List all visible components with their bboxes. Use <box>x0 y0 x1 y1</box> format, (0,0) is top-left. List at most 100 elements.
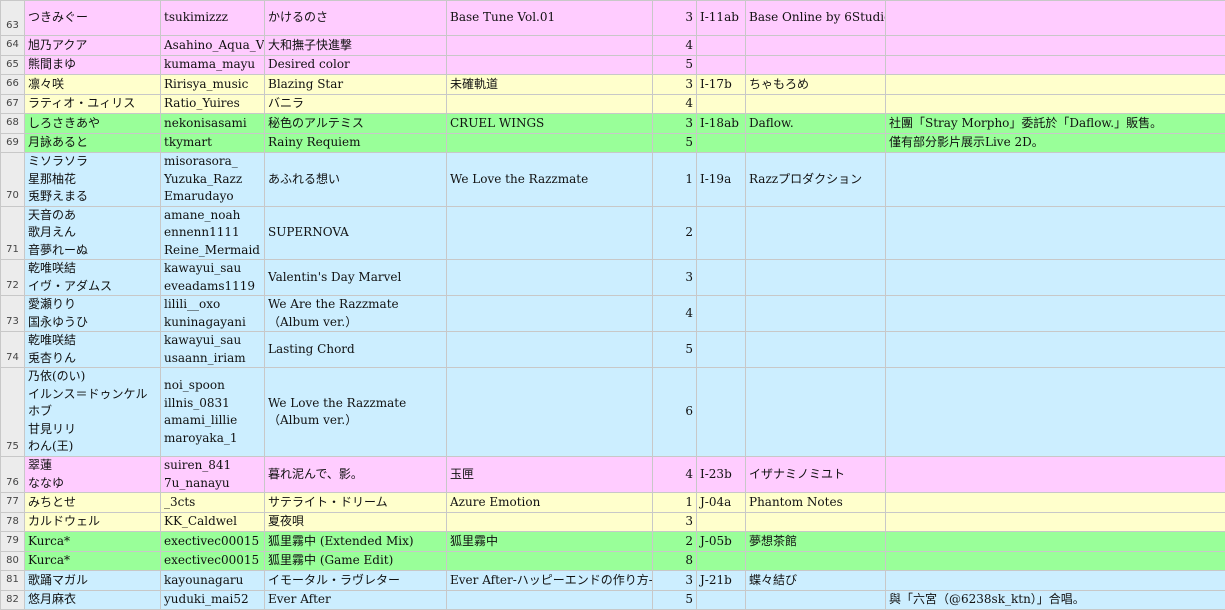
cell-note[interactable] <box>886 296 1225 332</box>
cell-number[interactable]: 1 <box>653 493 697 513</box>
cell-number[interactable]: 8 <box>653 551 697 571</box>
cell-album[interactable] <box>447 368 653 457</box>
cell-note[interactable] <box>886 512 1225 532</box>
row-header[interactable]: 76 <box>1 457 25 493</box>
cell-number[interactable]: 4 <box>653 296 697 332</box>
cell-circle[interactable]: 夢想茶館 <box>746 532 886 552</box>
cell-performer[interactable]: 乾唯咲結イヴ・アダムス <box>25 260 161 296</box>
cell-booth[interactable] <box>697 94 746 114</box>
cell-note[interactable] <box>886 532 1225 552</box>
cell-booth[interactable]: I-19a <box>697 153 746 207</box>
cell-circle[interactable] <box>746 368 886 457</box>
cell-song[interactable]: Valentin's Day Marvel <box>265 260 447 296</box>
cell-song[interactable]: 夏夜唄 <box>265 512 447 532</box>
cell-note[interactable] <box>886 571 1225 591</box>
cell-song[interactable]: We Are the Razzmate（Album ver.） <box>265 296 447 332</box>
cell-handle[interactable]: noi_spoonillnis_0831amami_lilliemaroyaka… <box>161 368 265 457</box>
cell-handle[interactable]: nekonisasami <box>161 114 265 134</box>
row-header[interactable]: 66 <box>1 75 25 95</box>
cell-performer[interactable]: しろさきあや <box>25 114 161 134</box>
cell-song[interactable]: サテライト・ドリーム <box>265 493 447 513</box>
cell-album[interactable]: We Love the Razzmate <box>447 153 653 207</box>
cell-performer[interactable]: 天音のあ歌月えん音夢れーぬ <box>25 206 161 260</box>
cell-note[interactable] <box>886 75 1225 95</box>
cell-number[interactable]: 3 <box>653 260 697 296</box>
cell-album[interactable] <box>447 296 653 332</box>
cell-song[interactable]: あふれる想い <box>265 153 447 207</box>
cell-circle[interactable]: 蝶々結び <box>746 571 886 591</box>
cell-number[interactable]: 3 <box>653 571 697 591</box>
cell-booth[interactable] <box>697 296 746 332</box>
cell-circle[interactable]: Razzプロダクション <box>746 153 886 207</box>
cell-song[interactable]: Ever After <box>265 590 447 610</box>
row-header[interactable]: 69 <box>1 133 25 153</box>
cell-circle[interactable]: Daflow. <box>746 114 886 134</box>
cell-performer[interactable]: ミソラソラ星那柚花兎野えまる <box>25 153 161 207</box>
cell-album[interactable]: 狐里霧中 <box>447 532 653 552</box>
cell-song[interactable]: イモータル・ラヴレター <box>265 571 447 591</box>
cell-booth[interactable] <box>697 368 746 457</box>
cell-circle[interactable] <box>746 512 886 532</box>
cell-number[interactable]: 4 <box>653 457 697 493</box>
cell-song[interactable]: 狐里霧中 (Game Edit) <box>265 551 447 571</box>
cell-handle[interactable]: kawayui_saueveadams1119 <box>161 260 265 296</box>
cell-number[interactable]: 5 <box>653 332 697 368</box>
cell-song[interactable]: バニラ <box>265 94 447 114</box>
cell-album[interactable]: CRUEL WINGS <box>447 114 653 134</box>
cell-circle[interactable]: ちゃもろめ <box>746 75 886 95</box>
cell-booth[interactable] <box>697 551 746 571</box>
cell-booth[interactable] <box>697 590 746 610</box>
cell-number[interactable]: 4 <box>653 94 697 114</box>
cell-number[interactable]: 3 <box>653 512 697 532</box>
cell-album[interactable]: Ever After-ハッピーエンドの作り方- <box>447 571 653 591</box>
cell-performer[interactable]: ラティオ・ユィリス <box>25 94 161 114</box>
cell-circle[interactable] <box>746 36 886 56</box>
cell-booth[interactable] <box>697 206 746 260</box>
cell-song[interactable]: Blazing Star <box>265 75 447 95</box>
cell-number[interactable]: 5 <box>653 55 697 75</box>
cell-booth[interactable] <box>697 512 746 532</box>
cell-album[interactable] <box>447 94 653 114</box>
cell-booth[interactable]: I-23b <box>697 457 746 493</box>
cell-circle[interactable] <box>746 590 886 610</box>
row-header[interactable]: 71 <box>1 206 25 260</box>
row-header[interactable]: 77 <box>1 493 25 513</box>
cell-performer[interactable]: 旭乃アクア <box>25 36 161 56</box>
cell-circle[interactable] <box>746 296 886 332</box>
cell-performer[interactable]: 凛々咲 <box>25 75 161 95</box>
row-header[interactable]: 70 <box>1 153 25 207</box>
cell-handle[interactable]: Ratio_Yuires <box>161 94 265 114</box>
cell-note[interactable] <box>886 206 1225 260</box>
cell-circle[interactable] <box>746 55 886 75</box>
cell-performer[interactable]: カルドウェル <box>25 512 161 532</box>
row-header[interactable]: 65 <box>1 55 25 75</box>
cell-song[interactable]: かけるのさ <box>265 1 447 36</box>
cell-note[interactable] <box>886 1 1225 36</box>
cell-handle[interactable]: yuduki_mai52 <box>161 590 265 610</box>
cell-song[interactable]: 大和撫子快進撃 <box>265 36 447 56</box>
cell-circle[interactable] <box>746 260 886 296</box>
cell-note[interactable] <box>886 55 1225 75</box>
cell-note[interactable]: 僅有部分影片展示Live 2D。 <box>886 133 1225 153</box>
row-header[interactable]: 78 <box>1 512 25 532</box>
cell-booth[interactable]: I-17b <box>697 75 746 95</box>
row-header[interactable]: 74 <box>1 332 25 368</box>
cell-performer[interactable]: 熊間まゆ <box>25 55 161 75</box>
cell-performer[interactable]: 愛瀬りり国永ゆうひ <box>25 296 161 332</box>
cell-song[interactable]: Lasting Chord <box>265 332 447 368</box>
cell-album[interactable] <box>447 551 653 571</box>
cell-note[interactable] <box>886 36 1225 56</box>
cell-handle[interactable]: suiren_8417u_nanayu <box>161 457 265 493</box>
cell-booth[interactable] <box>697 260 746 296</box>
cell-circle[interactable] <box>746 332 886 368</box>
cell-performer[interactable]: つきみぐー <box>25 1 161 36</box>
cell-number[interactable]: 5 <box>653 590 697 610</box>
cell-performer[interactable]: 歌踊マガル <box>25 571 161 591</box>
cell-song[interactable]: We Love the Razzmate（Album ver.） <box>265 368 447 457</box>
cell-booth[interactable]: I-11ab <box>697 1 746 36</box>
cell-handle[interactable]: exectivec00015 <box>161 532 265 552</box>
cell-song[interactable]: Rainy Requiem <box>265 133 447 153</box>
cell-booth[interactable]: J-05b <box>697 532 746 552</box>
cell-handle[interactable]: exectivec00015 <box>161 551 265 571</box>
cell-album[interactable]: Base Tune Vol.01 <box>447 1 653 36</box>
